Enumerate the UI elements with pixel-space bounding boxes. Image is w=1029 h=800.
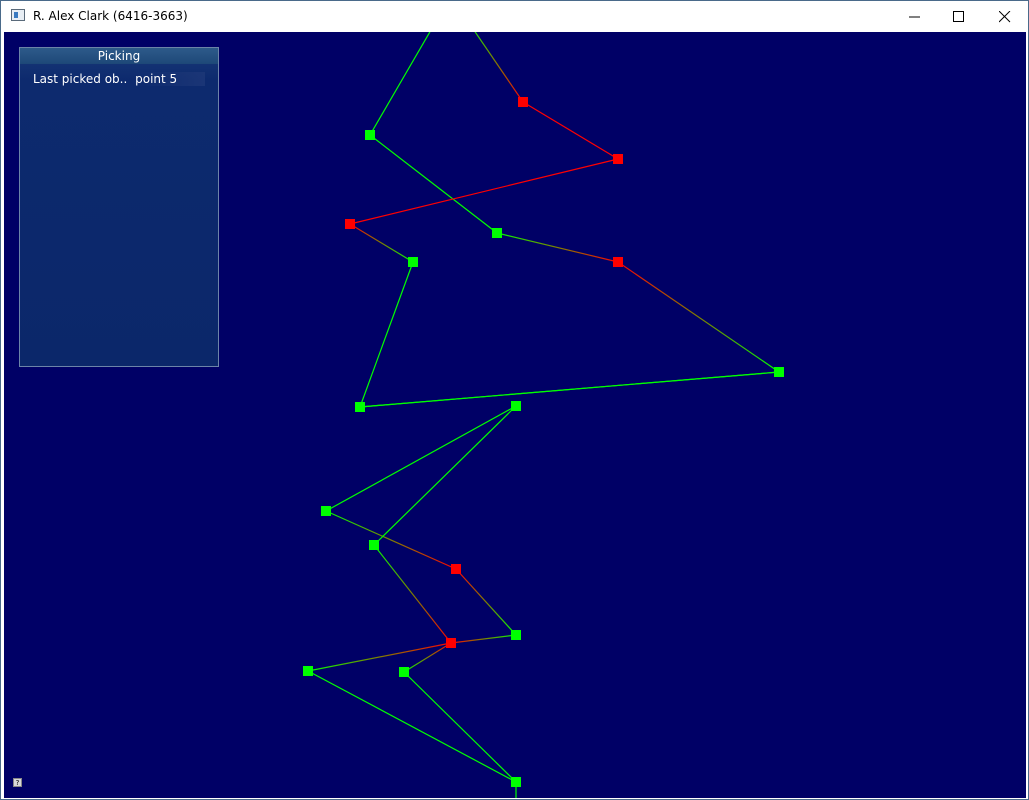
polyline-edge	[349, 223, 414, 263]
help-icon[interactable]: ?	[13, 778, 22, 787]
picking-panel: Picking Last picked ob.. point 5	[19, 47, 219, 367]
app-window: R. Alex Clark (6416-3663) Picking Last p…	[0, 0, 1029, 800]
polyline-edge	[373, 405, 517, 546]
polyline-edge	[617, 261, 780, 373]
polyline-point[interactable]	[369, 540, 379, 550]
polyline-point[interactable]	[408, 257, 418, 267]
minimize-icon	[909, 16, 920, 18]
polyline-point[interactable]	[518, 97, 528, 107]
minimize-button[interactable]	[892, 1, 938, 32]
polyline-point[interactable]	[511, 777, 521, 787]
polyline-point[interactable]	[613, 154, 623, 164]
polyline-edge	[450, 634, 517, 644]
last-picked-row: Last picked ob.. point 5	[33, 72, 206, 86]
polyline-point[interactable]	[451, 564, 461, 574]
app-window-icon	[11, 9, 25, 21]
polyline-edge	[455, 568, 517, 636]
polyline-point[interactable]	[446, 638, 456, 648]
polyline-point[interactable]	[399, 667, 409, 677]
last-picked-value: point 5	[135, 72, 206, 86]
polyline-edge	[369, 32, 431, 136]
window-title: R. Alex Clark (6416-3663)	[33, 9, 188, 23]
polyline-point[interactable]	[365, 130, 375, 140]
polyline-edges	[307, 32, 780, 798]
polyline-edge	[349, 158, 619, 225]
polyline-edge	[307, 642, 452, 672]
polyline-edge	[359, 261, 414, 408]
polyline-edge	[369, 134, 498, 234]
polyline-edge	[359, 371, 780, 408]
close-button[interactable]	[982, 1, 1028, 32]
polyline-point[interactable]	[511, 401, 521, 411]
close-icon	[999, 11, 1011, 23]
polyline-point[interactable]	[613, 257, 623, 267]
picking-panel-title[interactable]: Picking	[20, 48, 218, 64]
polyline-point[interactable]	[303, 666, 313, 676]
polyline-edge	[403, 671, 517, 783]
polyline-edge	[325, 510, 457, 570]
polyline-points[interactable]	[303, 97, 784, 787]
polyline-edge	[474, 32, 524, 103]
polyline-edge	[522, 101, 619, 160]
render-viewport[interactable]: Picking Last picked ob.. point 5 ?	[4, 32, 1026, 798]
title-bar[interactable]: R. Alex Clark (6416-3663)	[1, 1, 1028, 32]
polyline-point[interactable]	[511, 630, 521, 640]
polyline-edge	[373, 544, 452, 644]
polyline-edge	[307, 670, 517, 783]
polyline-point[interactable]	[345, 219, 355, 229]
polyline-point[interactable]	[774, 367, 784, 377]
polyline-edge	[325, 405, 517, 512]
polyline-point[interactable]	[321, 506, 331, 516]
last-picked-label: Last picked ob..	[33, 72, 128, 86]
polyline-point[interactable]	[355, 402, 365, 412]
maximize-button[interactable]	[936, 1, 982, 32]
maximize-icon	[953, 11, 964, 22]
polyline-point[interactable]	[492, 228, 502, 238]
polyline-edge	[496, 232, 619, 263]
